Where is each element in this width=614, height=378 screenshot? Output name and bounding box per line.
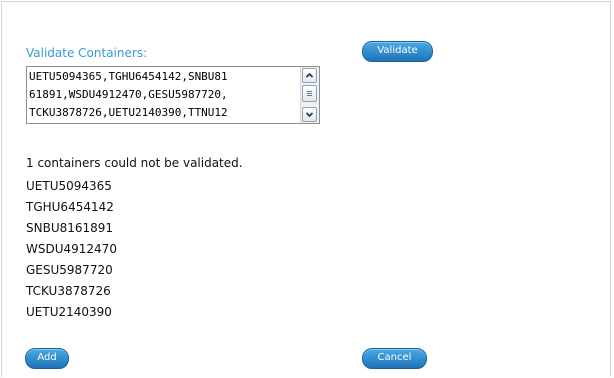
validate-button[interactable]: Validate	[362, 41, 433, 62]
chevron-up-icon	[305, 72, 314, 78]
add-button[interactable]: Add	[25, 348, 69, 369]
grip-line-icon	[307, 93, 312, 94]
scroll-thumb[interactable]	[302, 85, 317, 102]
validation-message: 1 containers could not be validated.	[26, 156, 243, 170]
list-item: TCKU3878726	[26, 284, 111, 298]
cancel-button[interactable]: Cancel	[362, 348, 427, 369]
textarea-line-1: UETU5094365,TGHU6454142,SNBU81	[29, 70, 228, 83]
validate-containers-label: Validate Containers:	[26, 46, 148, 60]
list-item: GESU5987720	[26, 263, 113, 277]
containers-textarea-text[interactable]: UETU5094365,TGHU6454142,SNBU81 61891,WSDU…	[29, 68, 301, 122]
scroll-down-button[interactable]	[302, 107, 317, 122]
list-item: SNBU8161891	[26, 221, 114, 235]
scroll-up-button[interactable]	[302, 68, 317, 83]
textarea-line-2: 61891,WSDU4912470,GESU5987720,	[29, 88, 228, 101]
list-item: UETU2140390	[26, 305, 112, 319]
textarea-scrollbar[interactable]	[300, 67, 319, 123]
list-item: WSDU4912470	[26, 242, 117, 256]
textarea-line-3: TCKU3878726,UETU2140390,TTNU12	[29, 106, 228, 119]
grip-line-icon	[307, 91, 312, 92]
list-item: UETU5094365	[26, 179, 112, 193]
list-item: TGHU6454142	[26, 200, 114, 214]
chevron-down-icon	[305, 112, 314, 118]
grip-line-icon	[307, 95, 312, 96]
containers-textarea[interactable]: UETU5094365,TGHU6454142,SNBU81 61891,WSDU…	[26, 66, 320, 124]
invalid-container-list: UETU5094365 TGHU6454142 SNBU8161891 WSDU…	[26, 179, 117, 326]
validate-panel: Validate Containers: Validate UETU509436…	[1, 1, 611, 377]
